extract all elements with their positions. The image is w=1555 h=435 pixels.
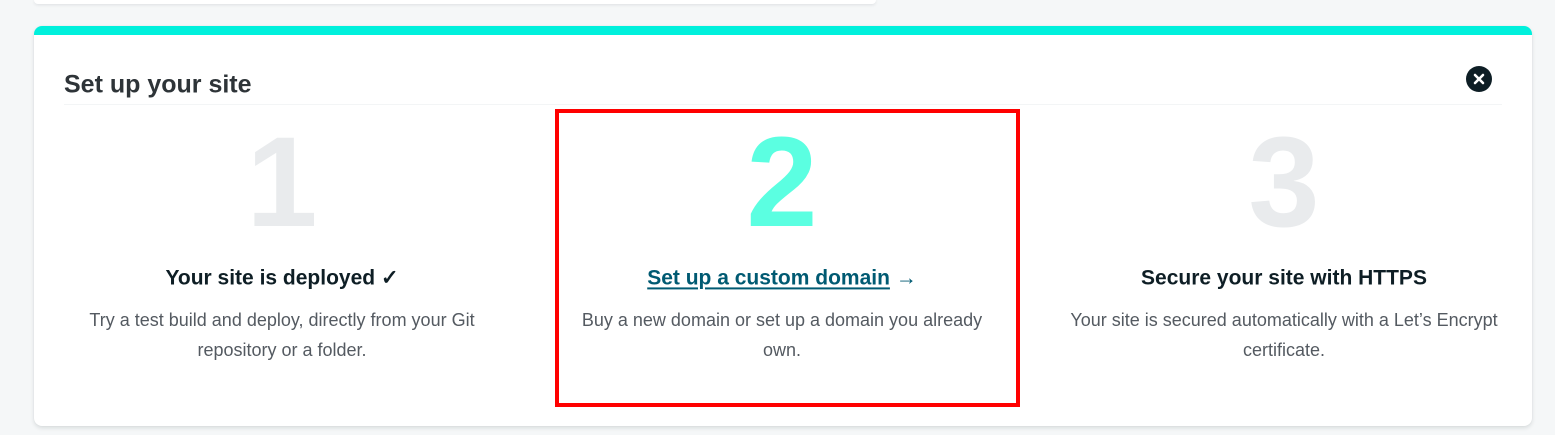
step-heading-text: Your site is deployed (165, 266, 376, 290)
step-heading: Your site is deployed ✓ (34, 265, 530, 290)
step-description: Try a test build and deploy, directly fr… (89, 310, 475, 360)
step-deployed: 1 Your site is deployed ✓ Try a test bui… (34, 105, 530, 405)
step-description: Your site is secured automatically with … (1070, 310, 1498, 360)
step-description: Buy a new domain or set up a domain you … (581, 310, 983, 360)
previous-card-edge (34, 0, 876, 4)
checkmark-icon: ✓ (380, 266, 399, 290)
step-heading: Set up a custom domain → (534, 265, 1030, 290)
card-accent-bar (34, 26, 1532, 35)
step-custom-domain: 2 Set up a custom domain → Buy a new dom… (534, 105, 1030, 405)
arrow-right-icon: → (895, 266, 917, 290)
step-https: 3 Secure your site with HTTPS Your site … (1036, 105, 1532, 405)
setup-site-card: Set up your site 1 Your site is deployed… (34, 26, 1532, 426)
step-number: 3 (1248, 111, 1320, 254)
custom-domain-link[interactable]: Set up a custom domain (647, 266, 890, 289)
close-icon (1473, 73, 1485, 85)
step-heading: Secure your site with HTTPS (1141, 266, 1427, 290)
close-button[interactable] (1466, 66, 1492, 92)
step-number: 1 (246, 111, 318, 254)
card-title: Set up your site (64, 70, 252, 99)
step-number: 2 (746, 111, 818, 254)
